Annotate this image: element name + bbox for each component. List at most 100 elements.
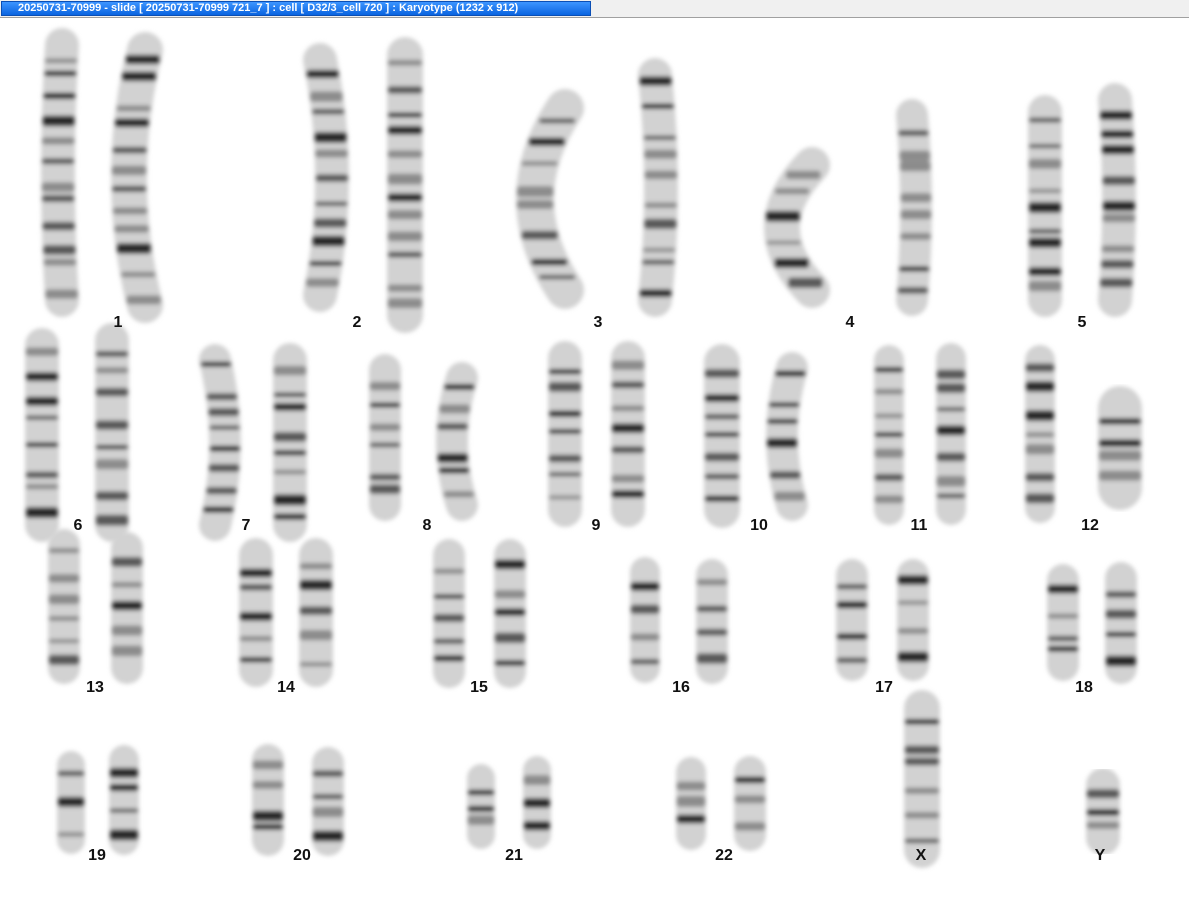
chromosome-band	[306, 69, 340, 79]
chromosome-band	[387, 298, 423, 309]
chromosome-14-1[interactable]	[238, 538, 273, 687]
chromosome-band	[48, 548, 80, 554]
chromosome-4-1[interactable]	[764, 147, 830, 308]
chromosome-1-2[interactable]	[111, 32, 163, 323]
chromosome-20-2[interactable]	[311, 747, 345, 856]
chromosome-pair-20[interactable]	[251, 744, 345, 856]
chromosome-pair-16[interactable]	[629, 557, 729, 684]
chromosome-pair-15[interactable]	[432, 539, 526, 688]
chromosome-11-2[interactable]	[935, 343, 967, 525]
chromosome-pair-2[interactable]	[303, 37, 424, 333]
chromosome-12-2[interactable]	[1098, 386, 1143, 510]
chromosome-9-1[interactable]	[547, 341, 583, 527]
chromosome-7-2[interactable]	[272, 343, 308, 542]
chromosome-22-2[interactable]	[734, 756, 766, 851]
chromosome-pair-19[interactable]	[56, 745, 140, 855]
chromosome-5-1[interactable]	[1027, 95, 1063, 317]
chromosome-14-2[interactable]	[298, 538, 334, 687]
chromosome-7-1[interactable]	[199, 344, 241, 541]
chromosome-band	[438, 467, 470, 474]
chromosome-band	[704, 452, 740, 462]
chromosome-band	[312, 235, 345, 247]
chromosome-pair-3[interactable]	[516, 58, 678, 317]
chromosome-6-2[interactable]	[94, 323, 129, 542]
chromosome-13-1[interactable]	[47, 529, 81, 684]
chromosome-11-1[interactable]	[873, 345, 905, 525]
chromosome-band	[273, 403, 307, 411]
chromosome-X-1[interactable]	[903, 690, 941, 868]
chromosome-band	[111, 581, 143, 588]
chromosome-band	[44, 70, 77, 77]
chromosome-label-2: 2	[352, 314, 362, 331]
chromosome-19-2[interactable]	[108, 745, 140, 855]
chromosome-3-2[interactable]	[638, 58, 678, 317]
chromosome-band	[900, 209, 932, 220]
chromosome-band	[57, 832, 85, 837]
chromosome-band	[734, 795, 766, 804]
chromosome-13-2[interactable]	[110, 532, 143, 684]
chromosome-pair-12[interactable]	[1025, 345, 1143, 523]
chromosome-pair-6[interactable]	[24, 323, 129, 542]
chromosome-band	[676, 795, 706, 807]
chromosome-band	[25, 396, 59, 406]
chromosome-band	[1098, 418, 1142, 425]
chromosome-8-1[interactable]	[368, 354, 401, 521]
chromosome-pair-22[interactable]	[676, 756, 766, 851]
chromosome-pair-21[interactable]	[467, 756, 552, 849]
chromosome-3-1[interactable]	[516, 89, 584, 309]
chromosome-15-2[interactable]	[493, 539, 526, 688]
chromosome-band	[900, 232, 931, 240]
chromosome-pair-14[interactable]	[238, 538, 334, 687]
chromosome-pair-13[interactable]	[47, 529, 143, 684]
chromosome-5-2[interactable]	[1098, 83, 1136, 317]
chromosome-pair-4[interactable]	[764, 99, 932, 316]
chromosome-18-1[interactable]	[1046, 564, 1080, 681]
chromosome-1-1[interactable]	[41, 28, 79, 317]
chromosome-band	[112, 146, 148, 154]
chromosome-band	[369, 473, 401, 481]
chromosome-2-1[interactable]	[303, 43, 349, 312]
chromosome-pair-8[interactable]	[368, 354, 478, 521]
chromosome-21-1[interactable]	[467, 764, 495, 849]
chromosome-22-1[interactable]	[676, 757, 706, 850]
chromosome-8-2[interactable]	[436, 362, 478, 521]
chromosome-21-2[interactable]	[522, 756, 552, 849]
chromosome-band	[548, 410, 582, 417]
chromosome-band	[611, 474, 645, 483]
chromosome-19-1[interactable]	[56, 751, 86, 854]
chromosome-band	[273, 392, 307, 397]
chromosome-10-1[interactable]	[703, 344, 741, 528]
chromosome-band	[1105, 609, 1137, 619]
chromosome-band	[897, 651, 929, 663]
chromosome-band	[25, 347, 59, 356]
chromosome-20-1[interactable]	[251, 744, 284, 856]
chromosome-17-1[interactable]	[835, 559, 869, 681]
chromosome-pair-18[interactable]	[1046, 562, 1138, 684]
chromosome-16-2[interactable]	[695, 559, 729, 684]
chromosome-band	[641, 103, 675, 109]
chromosome-6-1[interactable]	[24, 328, 60, 542]
chromosome-15-1[interactable]	[432, 539, 465, 688]
chromosome-pair-1[interactable]	[41, 28, 163, 323]
chromosome-pair-17[interactable]	[835, 559, 930, 681]
chromosome-Y-1[interactable]	[1086, 768, 1120, 855]
chromosome-9-2[interactable]	[611, 341, 646, 527]
chromosome-pair-5[interactable]	[1027, 83, 1136, 317]
chromosome-pair-9[interactable]	[547, 341, 646, 527]
chromosome-12-1[interactable]	[1025, 345, 1056, 523]
chromosome-pair-X[interactable]	[903, 690, 941, 868]
chromosome-17-2[interactable]	[896, 559, 930, 681]
chromosome-pair-10[interactable]	[703, 344, 808, 528]
chromosome-pair-7[interactable]	[199, 343, 308, 542]
chromosome-band	[704, 413, 740, 420]
window-title[interactable]: 20250731-70999 - slide [ 20250731-70999 …	[1, 1, 591, 16]
chromosome-band	[836, 633, 868, 640]
chromosome-10-2[interactable]	[766, 352, 808, 521]
chromosome-4-2[interactable]	[896, 99, 932, 316]
chromosome-18-2[interactable]	[1104, 562, 1138, 684]
chromosome-pair-Y[interactable]	[1086, 768, 1120, 855]
chromosome-pair-11[interactable]	[873, 343, 967, 525]
chromosome-2-2[interactable]	[386, 37, 424, 333]
chromosome-band	[95, 491, 129, 501]
chromosome-16-1[interactable]	[629, 557, 661, 683]
